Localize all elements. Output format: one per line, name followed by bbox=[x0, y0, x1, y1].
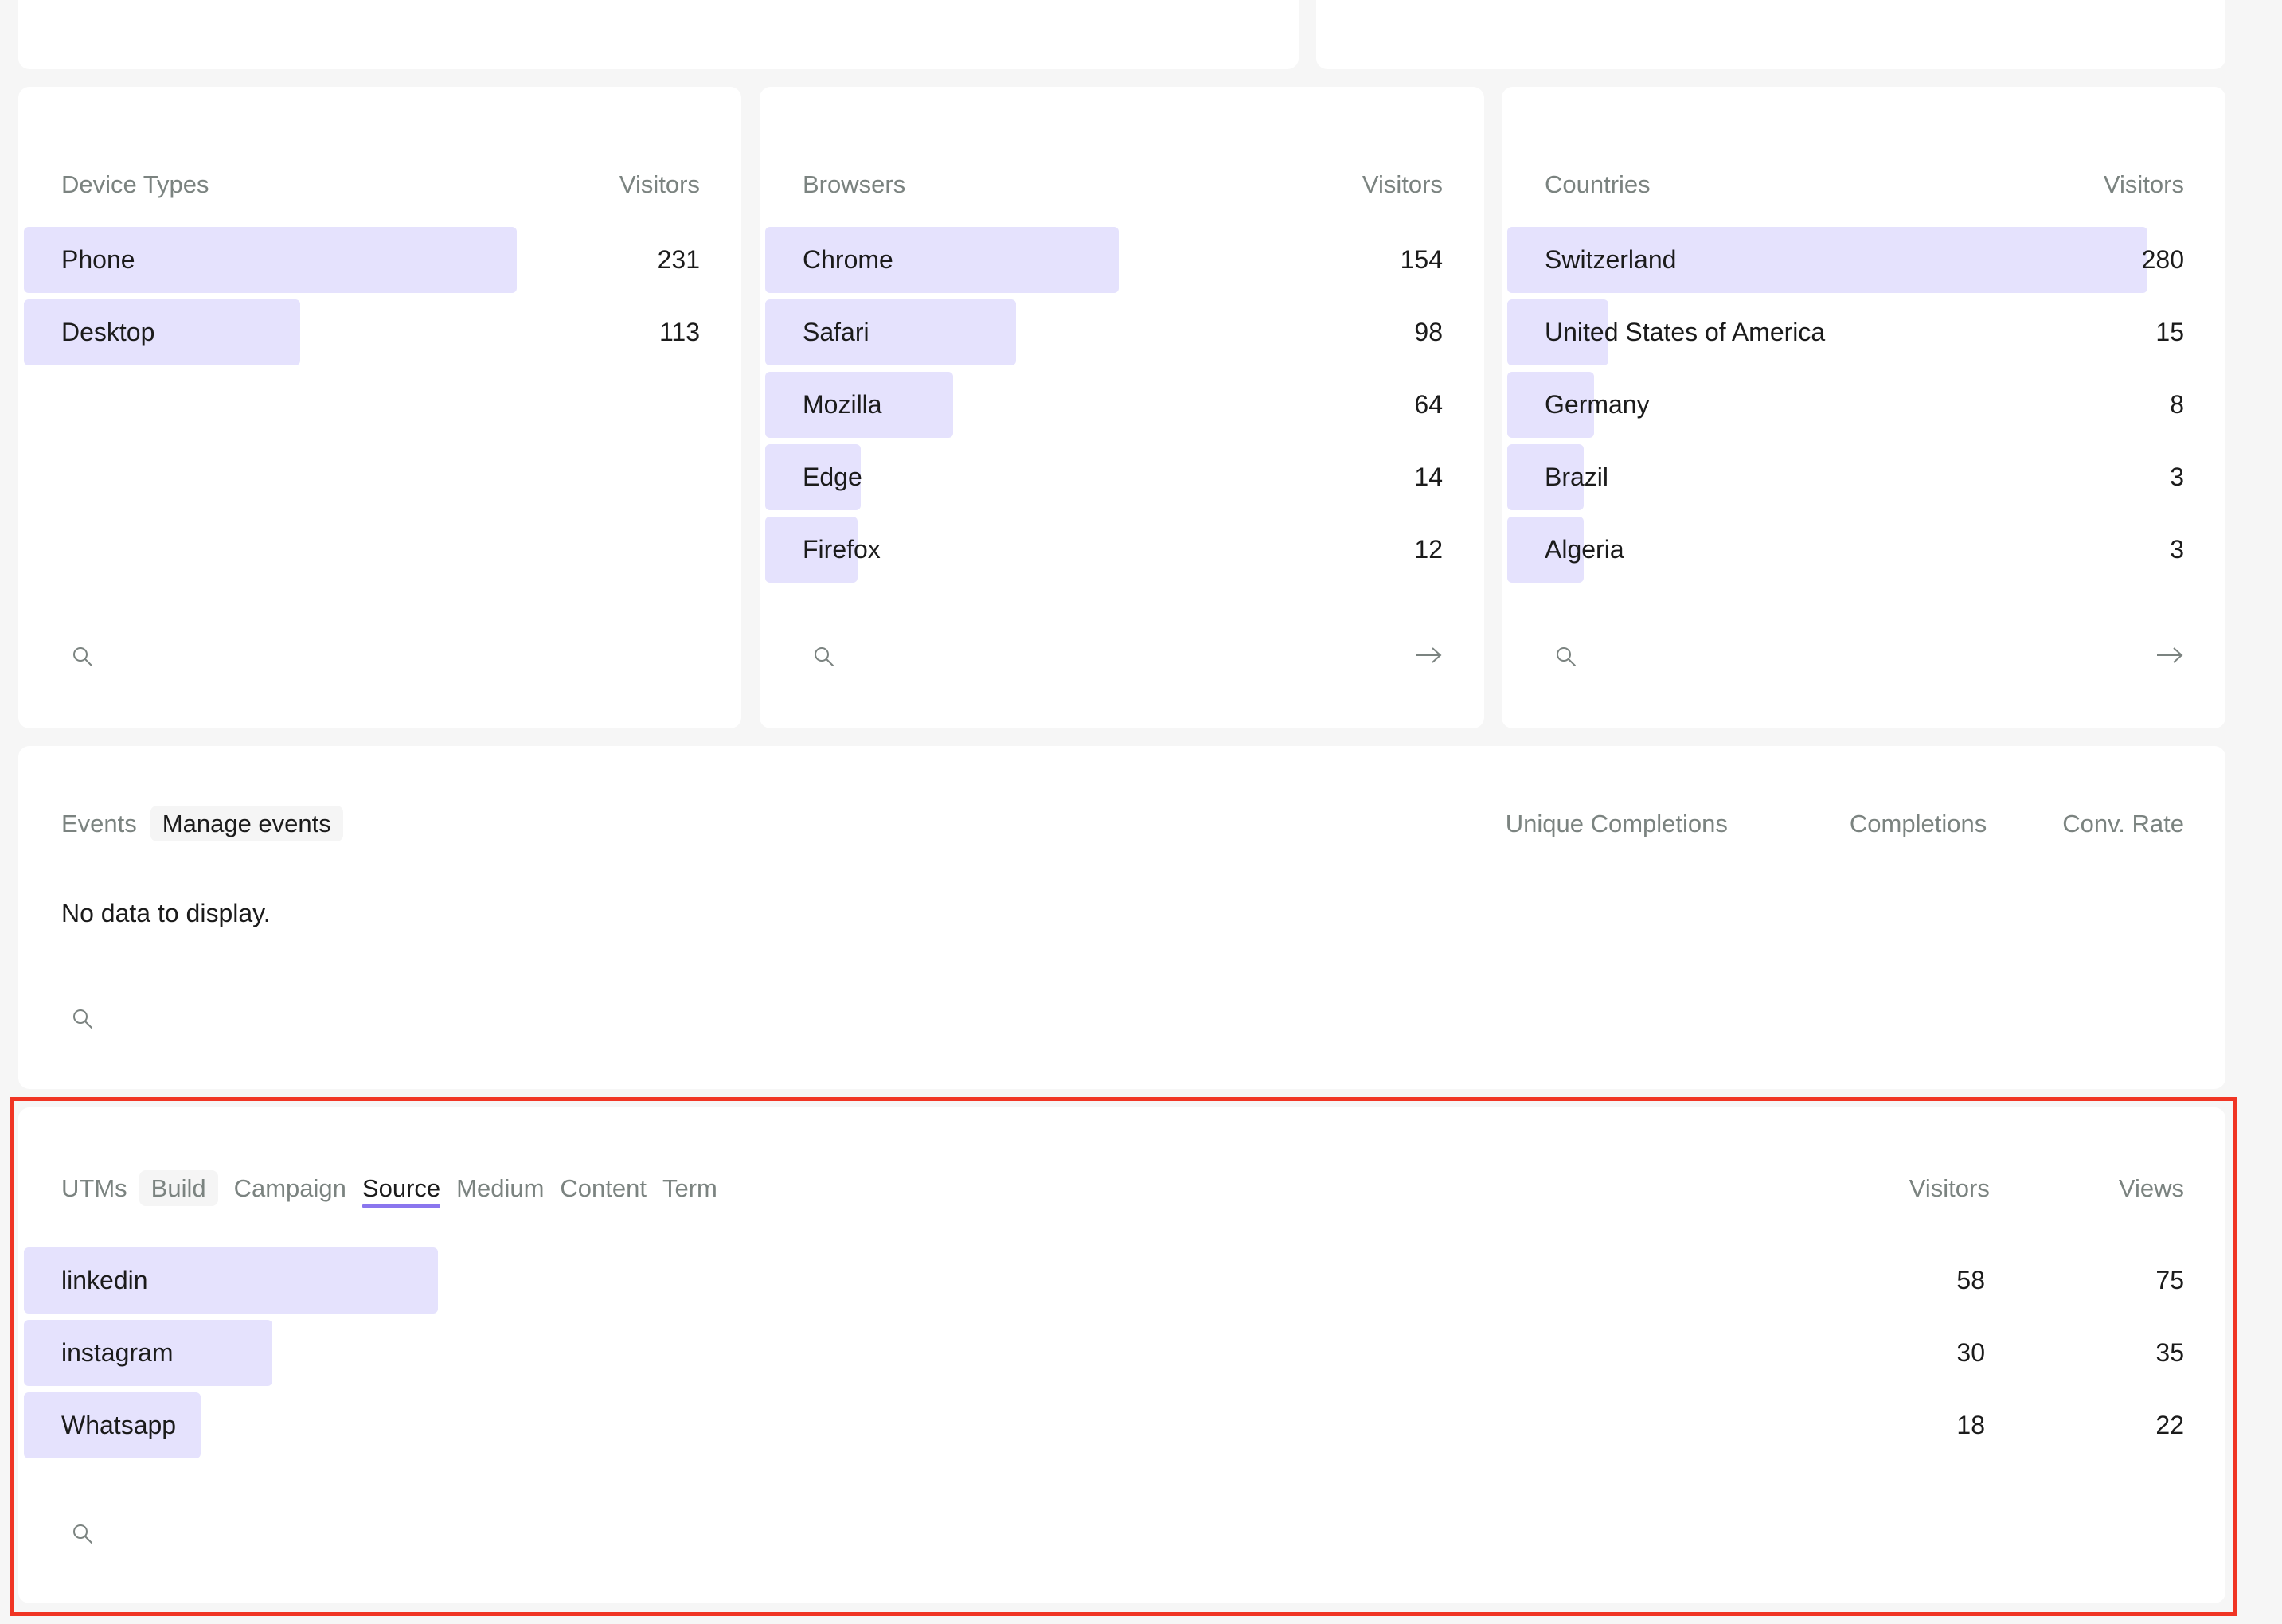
item-visitors: 30 bbox=[1956, 1338, 1985, 1367]
list-item[interactable]: Firefox 12 bbox=[765, 517, 1443, 583]
item-label: Phone bbox=[61, 245, 135, 274]
item-value: 12 bbox=[1414, 535, 1443, 564]
tab-source[interactable]: Source bbox=[361, 1170, 441, 1208]
utm-list: linkedin 58 75 instagram 30 35 Whatsapp 18 22 bbox=[24, 1247, 2184, 1465]
countries-list: Switzerland 280 United States of America 15… bbox=[1507, 227, 2184, 589]
list-item[interactable]: Chrome 154 bbox=[765, 227, 1443, 293]
list-item[interactable]: United States of America 15 bbox=[1507, 299, 2184, 365]
list-item[interactable]: Desktop 113 bbox=[24, 299, 700, 365]
list-item[interactable]: Whatsapp 18 22 bbox=[24, 1392, 2184, 1458]
column-unique-completions: Unique Completions bbox=[1505, 809, 1728, 837]
search-icon[interactable] bbox=[67, 641, 99, 673]
tab-medium[interactable]: Medium bbox=[456, 1170, 544, 1206]
events-title: Events bbox=[61, 809, 137, 837]
list-item[interactable]: Phone 231 bbox=[24, 227, 700, 293]
utm-columns: Visitors Views bbox=[1909, 1170, 2184, 1206]
item-label: United States of America bbox=[1545, 318, 1826, 346]
item-label: Germany bbox=[1545, 390, 1650, 419]
utm-tabs: UTMs Build Campaign Source Medium Content Ter… bbox=[61, 1170, 717, 1208]
manage-events-button[interactable]: Manage events bbox=[150, 806, 343, 841]
device-types-card: Device Types Visitors Phone 231 Desktop 113 bbox=[18, 87, 741, 728]
item-value: 231 bbox=[657, 245, 700, 274]
utms-title: UTMs bbox=[61, 1173, 127, 1202]
card-header: Device Types Visitors bbox=[61, 169, 700, 201]
search-icon[interactable] bbox=[67, 1003, 99, 1035]
list-item[interactable]: Algeria 3 bbox=[1507, 517, 2184, 583]
item-visitors: 18 bbox=[1956, 1411, 1985, 1439]
tab-term[interactable]: Term bbox=[662, 1170, 717, 1206]
browsers-list: Chrome 154 Safari 98 Mozilla 64 Edge 14 Firefox 1… bbox=[765, 227, 1443, 589]
column-views: Views bbox=[2118, 1173, 2184, 1202]
card-title: Countries bbox=[1545, 170, 1651, 198]
metric-label: Visitors bbox=[1362, 170, 1443, 198]
item-label: Brazil bbox=[1545, 463, 1609, 491]
search-icon[interactable] bbox=[1550, 641, 1582, 673]
item-label: Firefox bbox=[803, 535, 881, 564]
arrow-right-icon[interactable] bbox=[1413, 639, 1444, 671]
utm-tab-list: Build Campaign Source Medium Content Term bbox=[139, 1170, 717, 1208]
item-views: 75 bbox=[2155, 1266, 2184, 1294]
item-value: 14 bbox=[1414, 463, 1443, 491]
item-value: 154 bbox=[1400, 245, 1443, 274]
tab-campaign[interactable]: Campaign bbox=[234, 1170, 346, 1206]
item-views: 35 bbox=[2155, 1338, 2184, 1367]
column-completions: Completions bbox=[1849, 809, 1987, 837]
list-item[interactable]: Edge 14 bbox=[765, 444, 1443, 510]
item-views: 22 bbox=[2155, 1411, 2184, 1439]
item-value: 8 bbox=[2170, 390, 2184, 419]
item-value: 3 bbox=[2170, 463, 2184, 491]
item-value: 15 bbox=[2155, 318, 2184, 346]
top-left-card bbox=[18, 0, 1299, 69]
empty-state-message: No data to display. bbox=[61, 899, 271, 927]
item-label: linkedin bbox=[61, 1266, 148, 1294]
card-header: Browsers Visitors bbox=[803, 169, 1443, 201]
list-item[interactable]: linkedin 58 75 bbox=[24, 1247, 2184, 1314]
search-icon[interactable] bbox=[808, 641, 840, 673]
item-value: 3 bbox=[2170, 535, 2184, 564]
utms-card: UTMs Build Campaign Source Medium Content Ter… bbox=[18, 1107, 2225, 1603]
card-title: Device Types bbox=[61, 170, 209, 198]
browsers-card: Browsers Visitors Chrome 154 Safari 98 Mozil… bbox=[760, 87, 1484, 728]
item-label: Edge bbox=[803, 463, 862, 491]
list-item[interactable]: Brazil 3 bbox=[1507, 444, 2184, 510]
column-conv-rate: Conv. Rate bbox=[2062, 809, 2184, 837]
tab-content[interactable]: Content bbox=[560, 1170, 647, 1206]
arrow-right-icon[interactable] bbox=[2154, 639, 2186, 671]
list-item[interactable]: Germany 8 bbox=[1507, 372, 2184, 438]
events-header-left: Events Manage events bbox=[61, 806, 343, 841]
item-value: 98 bbox=[1414, 318, 1443, 346]
item-value: 280 bbox=[2141, 245, 2184, 274]
tab-build[interactable]: Build bbox=[139, 1170, 218, 1206]
metric-label: Visitors bbox=[2103, 170, 2184, 198]
device-types-list: Phone 231 Desktop 113 bbox=[24, 227, 700, 372]
list-item[interactable]: Switzerland 280 bbox=[1507, 227, 2184, 293]
card-title: Browsers bbox=[803, 170, 906, 198]
item-label: Mozilla bbox=[803, 390, 882, 419]
item-label: Switzerland bbox=[1545, 245, 1677, 274]
top-right-card bbox=[1316, 0, 2225, 69]
item-value: 64 bbox=[1414, 390, 1443, 419]
list-item[interactable]: Safari 98 bbox=[765, 299, 1443, 365]
item-label: Desktop bbox=[61, 318, 155, 346]
item-label: Chrome bbox=[803, 245, 893, 274]
item-label: Whatsapp bbox=[61, 1411, 177, 1439]
card-header: Countries Visitors bbox=[1545, 169, 2184, 201]
list-item[interactable]: instagram 30 35 bbox=[24, 1320, 2184, 1386]
countries-card: Countries Visitors Switzerland 280 United … bbox=[1502, 87, 2225, 728]
item-label: Safari bbox=[803, 318, 869, 346]
item-visitors: 58 bbox=[1956, 1266, 1985, 1294]
item-label: instagram bbox=[61, 1338, 174, 1367]
events-card: Events Manage events Unique Completions … bbox=[18, 746, 2225, 1089]
column-visitors: Visitors bbox=[1909, 1173, 1990, 1202]
list-item[interactable]: Mozilla 64 bbox=[765, 372, 1443, 438]
events-columns: Unique Completions Completions Conv. Rat… bbox=[1506, 806, 2184, 841]
search-icon[interactable] bbox=[67, 1518, 99, 1550]
metric-label: Visitors bbox=[619, 170, 700, 198]
item-value: 113 bbox=[658, 318, 700, 346]
item-label: Algeria bbox=[1545, 535, 1624, 564]
